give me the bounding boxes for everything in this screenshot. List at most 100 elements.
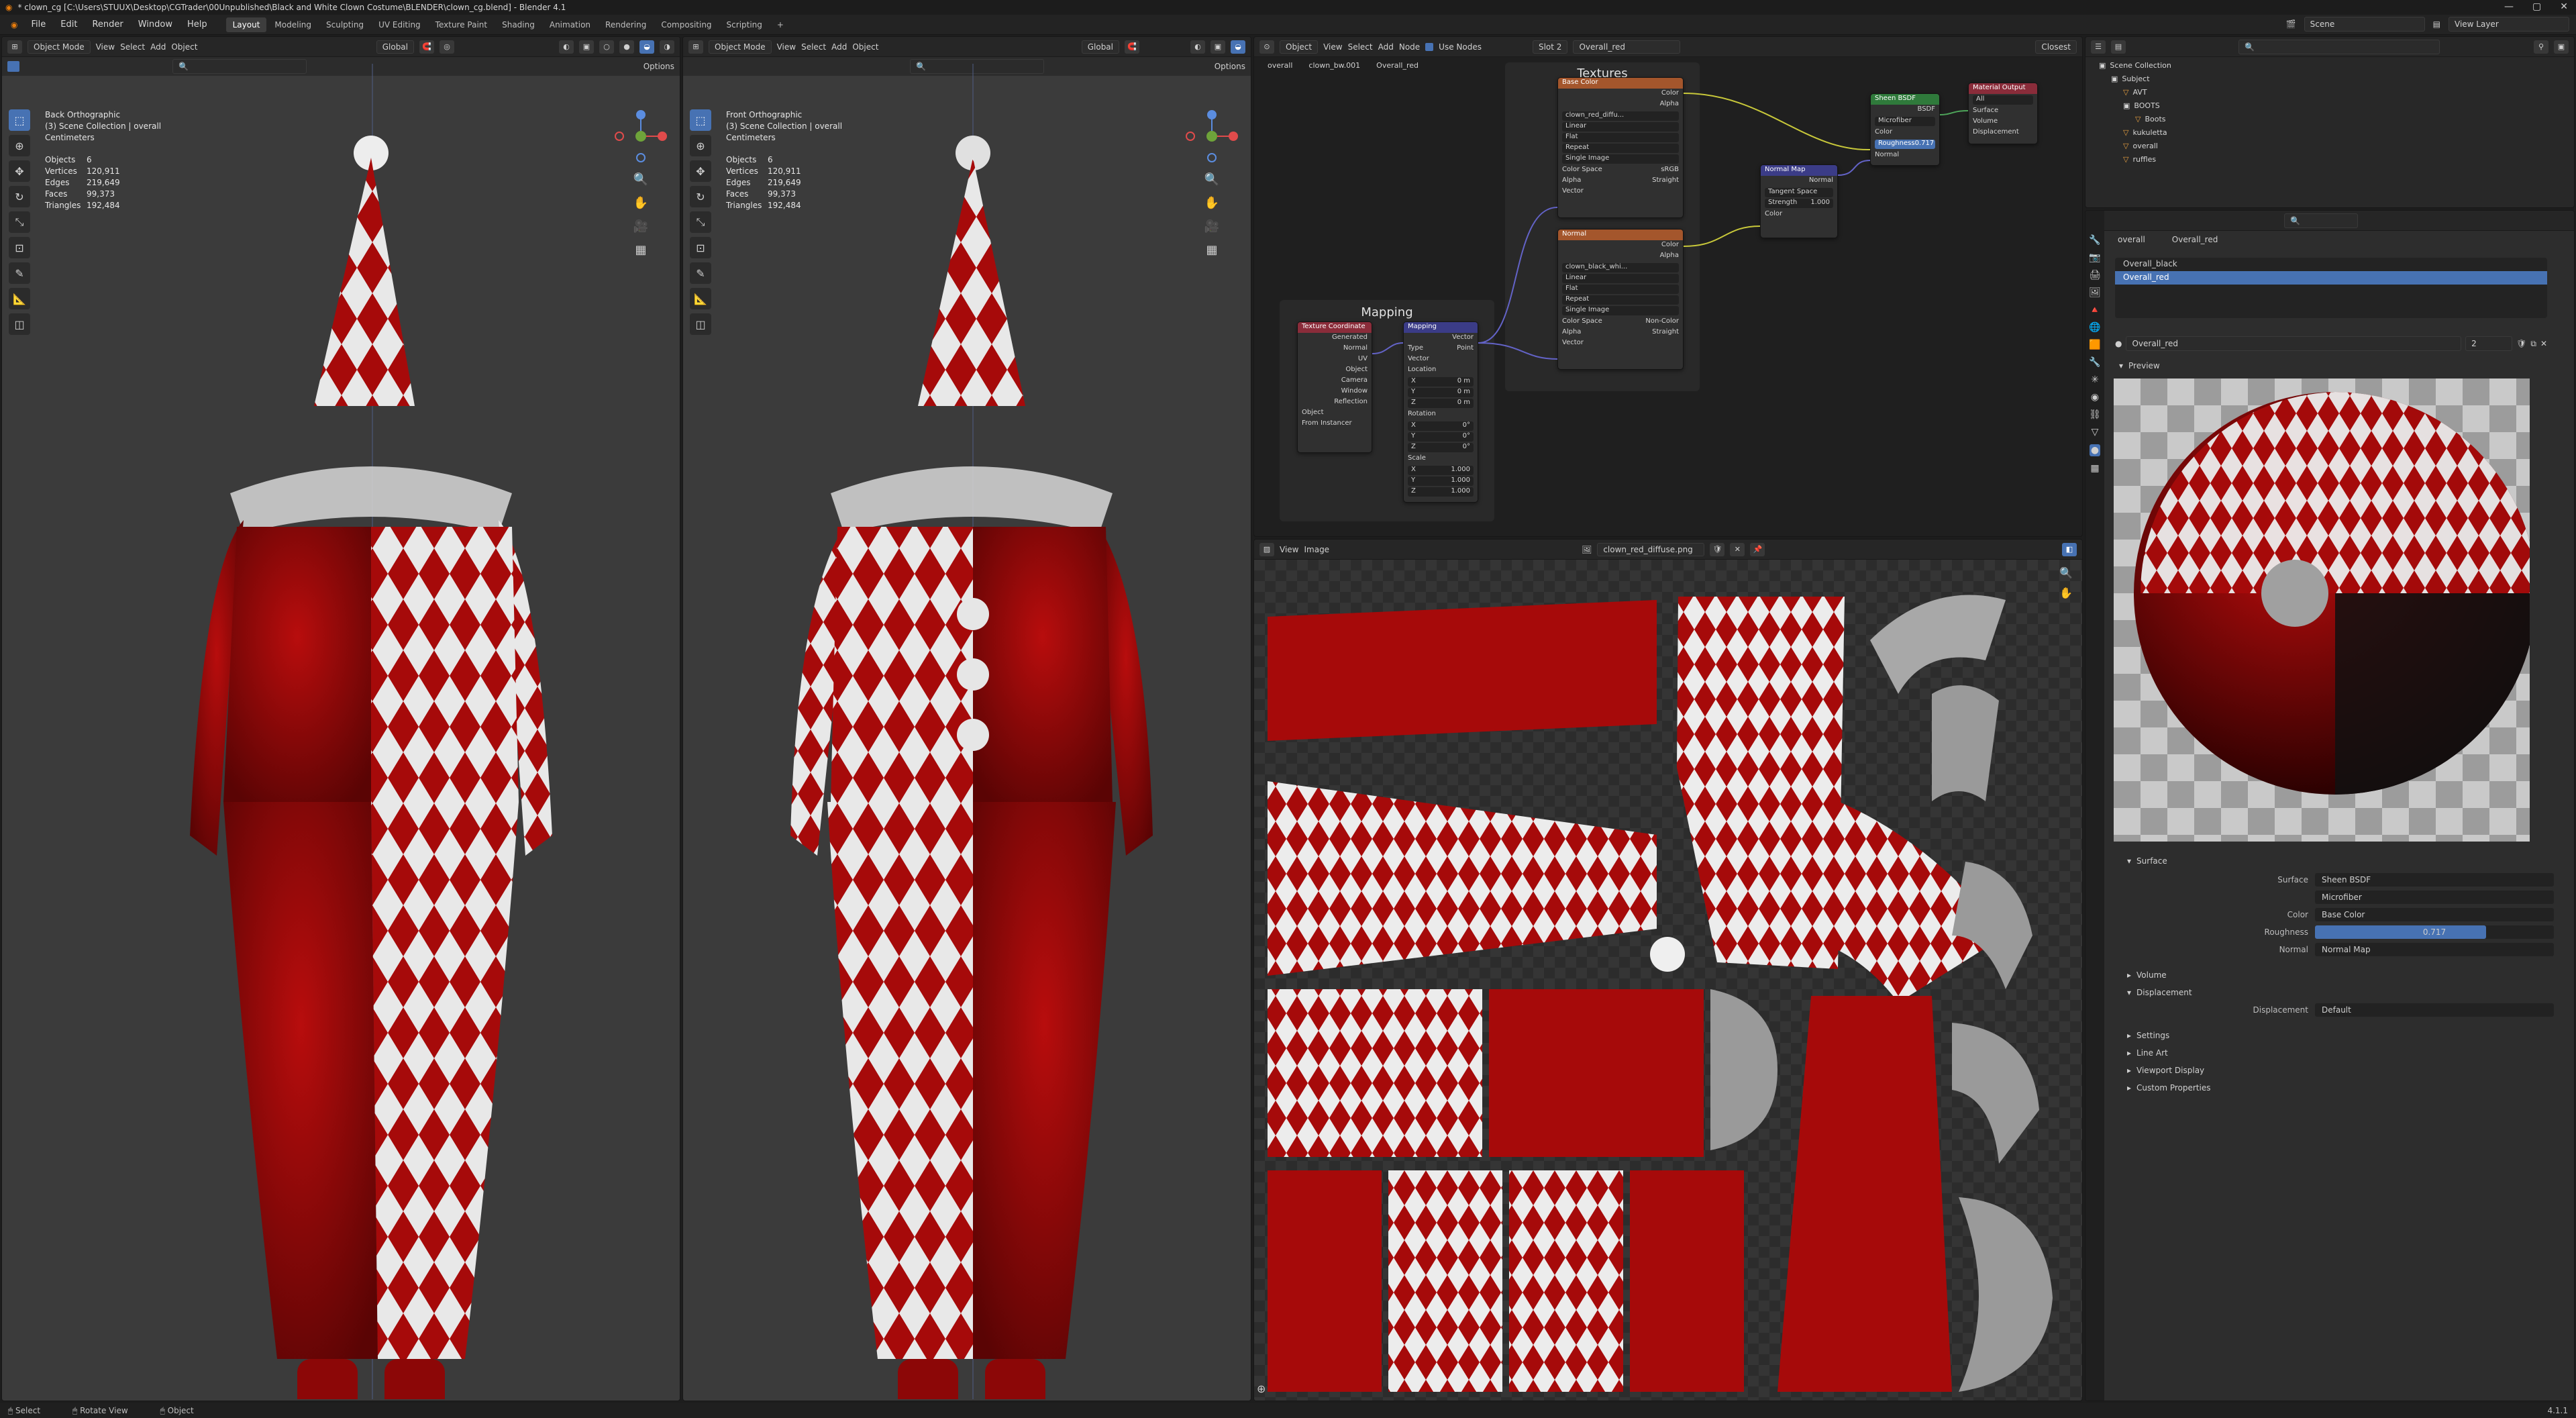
prop-roughness[interactable]: Roughness 0.717: [2127, 925, 2574, 940]
snap-icon[interactable]: 🧲: [1125, 40, 1139, 54]
object-tab-icon[interactable]: 🟧: [2089, 340, 2100, 350]
panel-line-art[interactable]: ▸ Line Art: [2127, 1046, 2168, 1060]
node-sheen-bsdf[interactable]: Sheen BSDF BSDF Microfiber Color Roughne…: [1870, 93, 1940, 166]
render-tab-icon[interactable]: 📷: [2089, 252, 2100, 263]
editor-type-icon[interactable]: ⊙: [1259, 40, 1274, 54]
node-normal-texture[interactable]: Normal Color Alpha clown_black_whi... Li…: [1557, 229, 1684, 370]
menu-add[interactable]: Add: [150, 42, 166, 52]
view-layer-selector[interactable]: View Layer: [2449, 17, 2569, 32]
menu-view[interactable]: View: [777, 42, 796, 52]
slot-dropdown[interactable]: Slot 2: [1532, 40, 1568, 54]
workspace-tab-scripting[interactable]: Scripting: [720, 17, 769, 32]
image-selector[interactable]: clown_red_diffuse.png: [1597, 542, 1705, 556]
menu-window[interactable]: Window: [132, 17, 179, 32]
panel-displacement[interactable]: ▾ Displacement: [2127, 985, 2192, 1000]
shading-material-icon[interactable]: ◒: [1231, 40, 1245, 54]
menu-select[interactable]: Select: [801, 42, 826, 52]
xray-icon[interactable]: ▣: [1210, 40, 1225, 54]
view-layer-icon[interactable]: ▤: [2433, 19, 2440, 29]
panel-surface[interactable]: ▾ Surface: [2127, 854, 2167, 868]
shading-wire-icon[interactable]: ○: [599, 40, 614, 54]
tree-row[interactable]: ▽ Boots: [2099, 112, 2567, 125]
tree-row[interactable]: ▽ overall: [2099, 139, 2567, 152]
data-tab-icon[interactable]: ▽: [2092, 427, 2099, 438]
new-collection-icon[interactable]: ▣: [2554, 40, 2569, 54]
workspace-tab-modeling[interactable]: Modeling: [268, 17, 318, 32]
world-tab-icon[interactable]: 🌐: [2089, 322, 2100, 333]
viewport-front[interactable]: ⊞ Object Mode View Select Add Object Glo…: [682, 36, 1251, 1401]
material-browse-icon[interactable]: ●: [2115, 339, 2122, 348]
tree-row[interactable]: ▽ kukuletta: [2099, 125, 2567, 139]
material-slot-list[interactable]: Overall_black Overall_red: [2115, 258, 2547, 318]
editor-type-icon[interactable]: ▨: [1259, 542, 1274, 556]
shading-solid-icon[interactable]: ●: [619, 40, 634, 54]
outliner-search[interactable]: 🔍: [2238, 39, 2440, 54]
material-selector[interactable]: Overall_red: [1573, 40, 1681, 54]
menu-object[interactable]: Object: [171, 42, 197, 52]
prop-normal[interactable]: Normal Normal Map: [2127, 942, 2574, 957]
physics-tab-icon[interactable]: ◉: [2091, 392, 2099, 403]
shader-node-editor[interactable]: ⊙ Object View Select Add Node Use Nodes …: [1253, 36, 2083, 537]
output-tab-icon[interactable]: 🖨: [2089, 270, 2101, 281]
menu-edit[interactable]: Edit: [54, 17, 84, 32]
slot-item[interactable]: Overall_black: [2115, 258, 2547, 271]
clown-back-model[interactable]: [2, 64, 680, 1399]
interpolation-dropdown[interactable]: Closest: [2035, 40, 2077, 54]
node-material-output[interactable]: Material Output All Surface Volume Displ…: [1968, 83, 2038, 144]
outliner[interactable]: ☰ ▤ 🔍 ⚲ ▣ ▣ Scene Collection ▣ Subject ▽ AV…: [2085, 36, 2575, 208]
viewport-back[interactable]: ⊞ Object Mode View Select Add Object Glo…: [1, 36, 680, 1401]
unlink-icon[interactable]: ✕: [2540, 339, 2547, 348]
menu-add[interactable]: Add: [1378, 42, 1394, 52]
filter-icon[interactable]: ⚲: [2534, 40, 2548, 54]
image-zoom-icon[interactable]: 🔍: [2059, 566, 2073, 579]
properties-editor[interactable]: 🔧 📷 🖨 🖼 🔺 🌐 🟧 🔧 ✳ ◉ ⛓ ▽ ● ▦ 🔍 overall Ov…: [2085, 210, 2575, 1401]
material-name-field[interactable]: Overall_red: [2126, 336, 2462, 351]
tool-tab-icon[interactable]: 🔧: [2089, 235, 2100, 246]
workspace-tab-compositing[interactable]: Compositing: [654, 17, 718, 32]
proportional-icon[interactable]: ◎: [440, 40, 454, 54]
menu-view[interactable]: View: [1323, 42, 1342, 52]
orientation-dropdown[interactable]: Global: [1081, 40, 1119, 54]
duplicate-icon[interactable]: ⧉: [2530, 339, 2536, 349]
tree-row[interactable]: ▽ AVT: [2099, 85, 2567, 99]
menu-image[interactable]: Image: [1304, 545, 1329, 554]
panel-custom-properties[interactable]: ▸ Custom Properties: [2127, 1080, 2210, 1095]
menu-view[interactable]: View: [96, 42, 115, 52]
workspace-tab-animation[interactable]: Animation: [543, 17, 597, 32]
pin-icon[interactable]: 📌: [1750, 542, 1765, 556]
overlay-icon[interactable]: ◐: [559, 40, 574, 54]
panel-volume[interactable]: ▸ Volume: [2127, 968, 2167, 982]
menu-help[interactable]: Help: [181, 17, 214, 32]
texture-tab-icon[interactable]: ▦: [2090, 463, 2099, 474]
node-base-color-texture[interactable]: Base Color Color Alpha clown_red_diffu..…: [1557, 77, 1684, 218]
slot-item-active[interactable]: Overall_red: [2115, 271, 2547, 285]
menu-view[interactable]: View: [1280, 545, 1298, 554]
blender-menu-icon[interactable]: ◉: [5, 20, 23, 30]
prop-distribution[interactable]: Microfiber: [2127, 890, 2574, 905]
menu-render[interactable]: Render: [85, 17, 130, 32]
image-pan-icon[interactable]: ✋: [2059, 587, 2073, 599]
xray-icon[interactable]: ▣: [579, 40, 594, 54]
mode-dropdown[interactable]: Object Mode: [709, 40, 772, 54]
orientation-dropdown[interactable]: Global: [376, 40, 414, 54]
prop-color[interactable]: Color Base Color: [2127, 907, 2574, 922]
node-texture-coordinate[interactable]: Texture Coordinate Generated Normal UV O…: [1297, 321, 1372, 453]
snap-icon[interactable]: 🧲: [419, 40, 434, 54]
editor-type-icon[interactable]: ⊞: [688, 40, 703, 54]
image-editor[interactable]: ▨ View Image 🖼 clown_red_diffuse.png 🛡 ✕…: [1253, 539, 2083, 1401]
mode-dropdown[interactable]: Object Mode: [28, 40, 91, 54]
node-mapping[interactable]: Mapping Vector Type Point Vector Location…: [1403, 321, 1478, 503]
material-tab-icon[interactable]: ●: [2089, 444, 2101, 456]
fake-user-icon[interactable]: 🛡: [1710, 542, 1725, 556]
close-icon[interactable]: ✕: [2560, 1, 2568, 12]
add-workspace-icon[interactable]: +: [770, 17, 790, 32]
fake-user-icon[interactable]: 🛡: [2516, 339, 2526, 348]
unlink-image-icon[interactable]: ✕: [1730, 542, 1745, 556]
material-users[interactable]: 2: [2465, 336, 2513, 351]
workspace-tab-shading[interactable]: Shading: [495, 17, 542, 32]
menu-select[interactable]: Select: [120, 42, 145, 52]
maximize-icon[interactable]: ▢: [2532, 1, 2541, 12]
menu-file[interactable]: File: [24, 17, 52, 32]
overlay-icon[interactable]: ◐: [1190, 40, 1205, 54]
particles-tab-icon[interactable]: ✳: [2091, 374, 2099, 385]
